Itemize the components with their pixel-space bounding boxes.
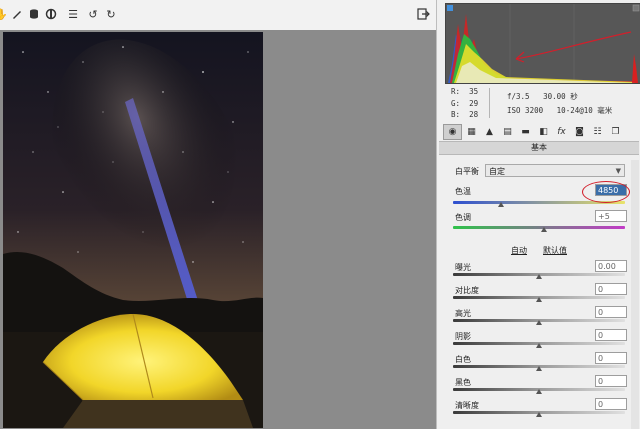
panel-tabs: ◉ ▦ ▲ ▤ ▬ ◧ fx ◙ ☷ ❐ xyxy=(443,124,639,140)
hand-icon[interactable]: ✋ xyxy=(0,7,8,21)
basic-icon[interactable]: ◉ xyxy=(443,124,462,140)
detail-icon[interactable]: ▲ xyxy=(481,125,498,139)
histogram xyxy=(445,3,640,84)
slider-value-input[interactable]: 0 xyxy=(595,398,627,410)
slider-value-input[interactable]: 0 xyxy=(595,283,627,295)
b-label: B: xyxy=(451,110,461,119)
section-title: 基本 xyxy=(439,141,639,155)
circle-icon[interactable] xyxy=(44,7,58,21)
slider-thumb[interactable] xyxy=(536,366,542,371)
pixel-info: R: 35 G: 29 B: 28 f/3.5 30.00 秒 ISO 3200… xyxy=(437,84,640,122)
tint-input[interactable]: +5 xyxy=(595,210,627,222)
hsl-icon[interactable]: ▤ xyxy=(499,125,516,139)
photo-preview[interactable] xyxy=(3,32,263,428)
shutter-value: 30.00 秒 xyxy=(543,92,578,101)
g-value: 29 xyxy=(469,98,479,108)
fx-icon[interactable]: fx xyxy=(553,125,570,139)
split-tone-icon[interactable]: ▬ xyxy=(517,125,534,139)
r-label: R: xyxy=(451,87,461,96)
slider-label: 白色 xyxy=(455,355,471,364)
chevron-down-icon: ▼ xyxy=(615,167,621,175)
slider-thumb[interactable] xyxy=(536,389,542,394)
cylinder-icon[interactable] xyxy=(27,7,41,21)
rotate-right-icon[interactable]: ↻ xyxy=(104,7,118,21)
slider-thumb[interactable] xyxy=(536,412,542,417)
slider-thumb[interactable] xyxy=(536,297,542,302)
presets-icon[interactable]: ☷ xyxy=(589,125,606,139)
auto-button[interactable]: 自动 xyxy=(511,245,527,256)
slider-label: 对比度 xyxy=(455,286,479,295)
white-balance-label: 白平衡 xyxy=(455,167,479,176)
white-balance-select[interactable]: 自定 ▼ xyxy=(485,164,625,177)
slider-label: 曝光 xyxy=(455,263,471,272)
rotate-left-icon[interactable]: ↺ xyxy=(86,7,100,21)
canvas-area xyxy=(0,30,436,429)
slider-label: 黑色 xyxy=(455,378,471,387)
r-value: 35 xyxy=(469,87,479,96)
divider xyxy=(489,88,490,118)
slider-thumb[interactable] xyxy=(536,343,542,348)
camera-icon[interactable]: ◙ xyxy=(571,125,588,139)
white-balance-value: 自定 xyxy=(489,167,505,176)
iso-value: ISO 3200 xyxy=(507,106,544,115)
slider-value-input[interactable]: 0.00 xyxy=(595,260,627,272)
panel-scrollbar[interactable] xyxy=(631,160,639,429)
focal-length-value: 10-24@10 毫米 xyxy=(556,106,613,115)
temperature-label: 色温 xyxy=(455,187,471,196)
slider-value-input[interactable]: 0 xyxy=(595,375,627,387)
right-panel: R: 35 G: 29 B: 28 f/3.5 30.00 秒 ISO 3200… xyxy=(436,0,640,429)
g-label: G: xyxy=(451,98,461,108)
snapshots-icon[interactable]: ❐ xyxy=(607,125,624,139)
slider-value-input[interactable]: 0 xyxy=(595,306,627,318)
slider-value-input[interactable]: 0 xyxy=(595,352,627,364)
export-icon[interactable] xyxy=(416,7,430,21)
tint-label: 色调 xyxy=(455,213,471,222)
tint-slider-thumb[interactable] xyxy=(541,227,548,232)
slider-value-input[interactable]: 0 xyxy=(595,329,627,341)
slider-label: 清晰度 xyxy=(455,401,479,410)
lens-icon[interactable]: ◧ xyxy=(535,125,552,139)
list-icon[interactable]: ☰ xyxy=(66,7,80,21)
b-value: 28 xyxy=(469,110,479,119)
annotation-circle xyxy=(582,181,630,203)
temperature-slider-thumb[interactable] xyxy=(498,202,505,207)
slider-thumb[interactable] xyxy=(536,320,542,325)
slider-thumb[interactable] xyxy=(536,274,542,279)
tone-curve-icon[interactable]: ▦ xyxy=(463,125,480,139)
slider-label: 阴影 xyxy=(455,332,471,341)
aperture-value: f/3.5 xyxy=(507,92,530,101)
slider-label: 高光 xyxy=(455,309,471,318)
default-button[interactable]: 默认值 xyxy=(543,245,567,256)
tint-slider-track[interactable] xyxy=(453,226,625,229)
brush-icon[interactable] xyxy=(10,7,24,21)
